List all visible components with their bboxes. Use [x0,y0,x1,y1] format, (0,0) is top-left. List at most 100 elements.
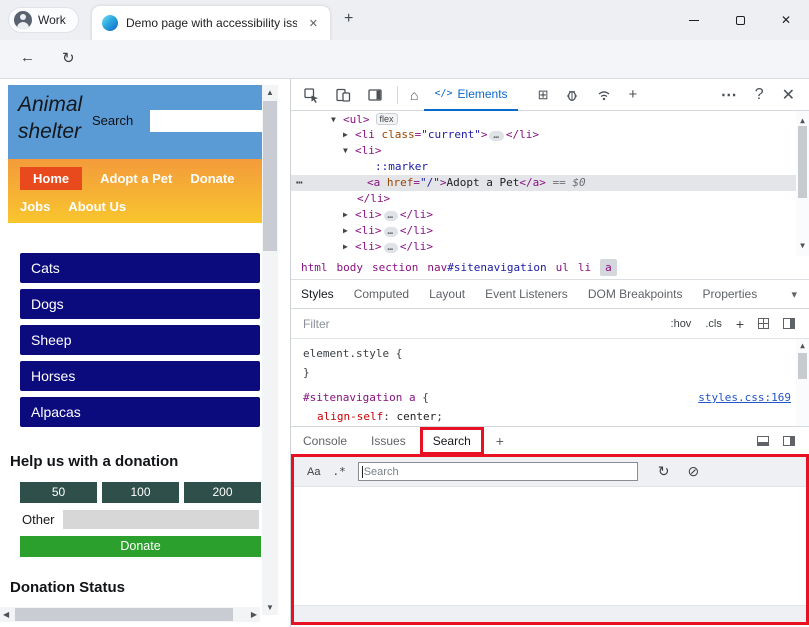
tab-close-icon[interactable]: ✕ [305,16,322,31]
amount-button-200[interactable]: 200 [184,482,261,503]
new-style-rule-button[interactable]: + [736,316,744,332]
new-tab-button[interactable]: + [344,10,353,28]
nav-link-about[interactable]: About Us [68,199,126,214]
dom-tree-row[interactable]: ▶ <li>…</li> [291,223,809,239]
dom-tree-row[interactable]: ▶ <li>…</li> [291,239,809,255]
breadcrumb-html[interactable]: html [301,261,328,274]
regex-button[interactable]: .* [332,465,345,478]
devtools-more-button[interactable]: ⋯ [721,85,737,105]
scroll-down-icon[interactable]: ▼ [796,238,809,254]
other-amount-input[interactable] [63,510,259,529]
welcome-home-button[interactable]: ⌂ [410,87,418,103]
amount-button-50[interactable]: 50 [20,482,97,503]
dom-tree-scrollbar[interactable]: ▲ ▼ [796,111,809,256]
tab-properties[interactable]: Properties [693,287,768,301]
scroll-up-icon[interactable]: ▲ [262,88,278,97]
cls-button[interactable]: .cls [705,318,722,330]
drawer-tab-console[interactable]: Console [291,434,359,448]
inspect-element-button[interactable] [303,87,319,103]
category-button-dogs[interactable]: Dogs [20,289,260,319]
minimize-button[interactable] [671,0,717,40]
page-viewport: Animal shelter Search Home Adopt a Pet D… [0,79,290,627]
search-clear-icon[interactable]: ⊘ [687,463,699,480]
back-button[interactable]: ← [20,49,35,66]
dom-tree-row[interactable]: ::marker [291,159,809,175]
category-button-horses[interactable]: Horses [20,361,260,391]
drawer-tab-issues[interactable]: Issues [359,434,418,448]
profile-button[interactable]: Work [8,7,79,33]
computed-grid-icon[interactable] [758,318,769,329]
breadcrumb-a-selected[interactable]: a [600,259,617,276]
category-button-cats[interactable]: Cats [20,253,260,283]
breadcrumb-section[interactable]: section [372,261,418,274]
tab-layout[interactable]: Layout [419,287,475,301]
category-button-alpacas[interactable]: Alpacas [20,397,260,427]
scroll-right-icon[interactable]: ▶ [251,610,257,619]
window-close-button[interactable]: ✕ [763,0,809,40]
network-conditions-button[interactable] [596,87,612,103]
device-emulation-button[interactable] [335,87,351,103]
breadcrumb-ul[interactable]: ul [556,261,569,274]
tab-dom-breakpoints[interactable]: DOM Breakpoints [578,287,693,301]
nav-link-home[interactable]: Home [20,167,82,190]
refresh-button[interactable]: ↻ [62,49,75,67]
styles-scroll-thumb[interactable] [798,353,807,379]
match-case-button[interactable]: Aa [307,466,320,478]
scroll-left-icon[interactable]: ◀ [3,610,9,619]
styles-filter-bar: Filter :hov .cls + [291,309,809,339]
scroll-down-icon[interactable]: ▼ [262,603,278,612]
styles-scrollbar[interactable]: ▲ [796,339,809,426]
styles-pane: element.style { } styles.css:169 #sitena… [291,339,809,426]
vertical-scroll-thumb[interactable] [263,101,277,251]
tab-styles[interactable]: Styles [291,287,344,301]
add-tools-button[interactable]: + [628,86,637,103]
dom-tree-row[interactable]: ▶ <li class="current">…</li> [291,127,809,143]
dom-tree-row[interactable]: ▶ <li>…</li> [291,207,809,223]
devtools-help-button[interactable]: ? [755,86,764,104]
category-button-sheep[interactable]: Sheep [20,325,260,355]
hov-button[interactable]: :hov [671,318,692,330]
style-rule-element[interactable]: element.style { [291,344,809,363]
site-search-input[interactable] [150,110,262,132]
dom-tree-row-selected[interactable]: ⋯<a href="/">Adopt a Pet</a> == $0 [291,175,809,191]
nav-link-jobs[interactable]: Jobs [20,199,50,214]
tab-computed[interactable]: Computed [344,287,419,301]
browser-tab[interactable]: Demo page with accessibility issues ✕ [92,6,330,40]
tab-elements[interactable]: </> Elements [424,79,517,111]
stylesheet-link[interactable]: styles.css:169 [698,388,791,407]
breadcrumb-body[interactable]: body [337,261,364,274]
search-refresh-icon[interactable]: ↻ [658,463,670,480]
dom-tree-row[interactable]: ▼ <ul>flex [291,111,809,127]
toggle-panel-icon[interactable] [783,318,795,329]
dock-side-button[interactable] [367,87,383,103]
edge-logo-icon [102,15,118,31]
scroll-up-icon[interactable]: ▲ [796,341,809,350]
horizontal-scroll-thumb[interactable] [15,608,233,621]
maximize-button[interactable] [717,0,763,40]
dock-bottom-icon[interactable] [757,436,769,446]
breadcrumb-li[interactable]: li [578,261,591,274]
add-drawer-tab-button[interactable]: + [486,433,514,449]
nav-link-adopt[interactable]: Adopt a Pet [100,171,172,186]
panels-grid-icon[interactable]: ⊞ [538,87,549,103]
devtools-close-button[interactable]: ✕ [782,85,795,105]
dom-tree-row[interactable]: </li> [291,191,809,207]
dom-scroll-thumb[interactable] [798,126,807,198]
page-vertical-scrollbar[interactable]: ▲ ▼ [262,85,278,615]
donate-button[interactable]: Donate [20,536,261,557]
drawer-tab-search[interactable]: Search [433,434,471,448]
amount-button-100[interactable]: 100 [102,482,179,503]
chevron-down-icon[interactable]: ▾ [791,288,809,301]
style-declaration[interactable]: align-self: center; [291,407,809,426]
nav-link-donate[interactable]: Donate [190,171,234,186]
dom-tree-row[interactable]: ▼ <li> [291,143,809,159]
page-horizontal-scrollbar[interactable]: ◀ ▶ [0,607,260,622]
drawer-search-input[interactable]: Search [358,462,638,481]
issues-bug-button[interactable] [564,87,580,103]
style-rule-sitenavigation[interactable]: styles.css:169 #sitenavigation a { [291,388,809,407]
breadcrumb-nav[interactable]: nav#sitenavigation [427,261,546,274]
expand-drawer-icon[interactable] [783,436,795,446]
tab-event-listeners[interactable]: Event Listeners [475,287,578,301]
dom-row-menu-icon[interactable]: ⋯ [296,175,304,191]
filter-input[interactable]: Filter [303,317,330,331]
